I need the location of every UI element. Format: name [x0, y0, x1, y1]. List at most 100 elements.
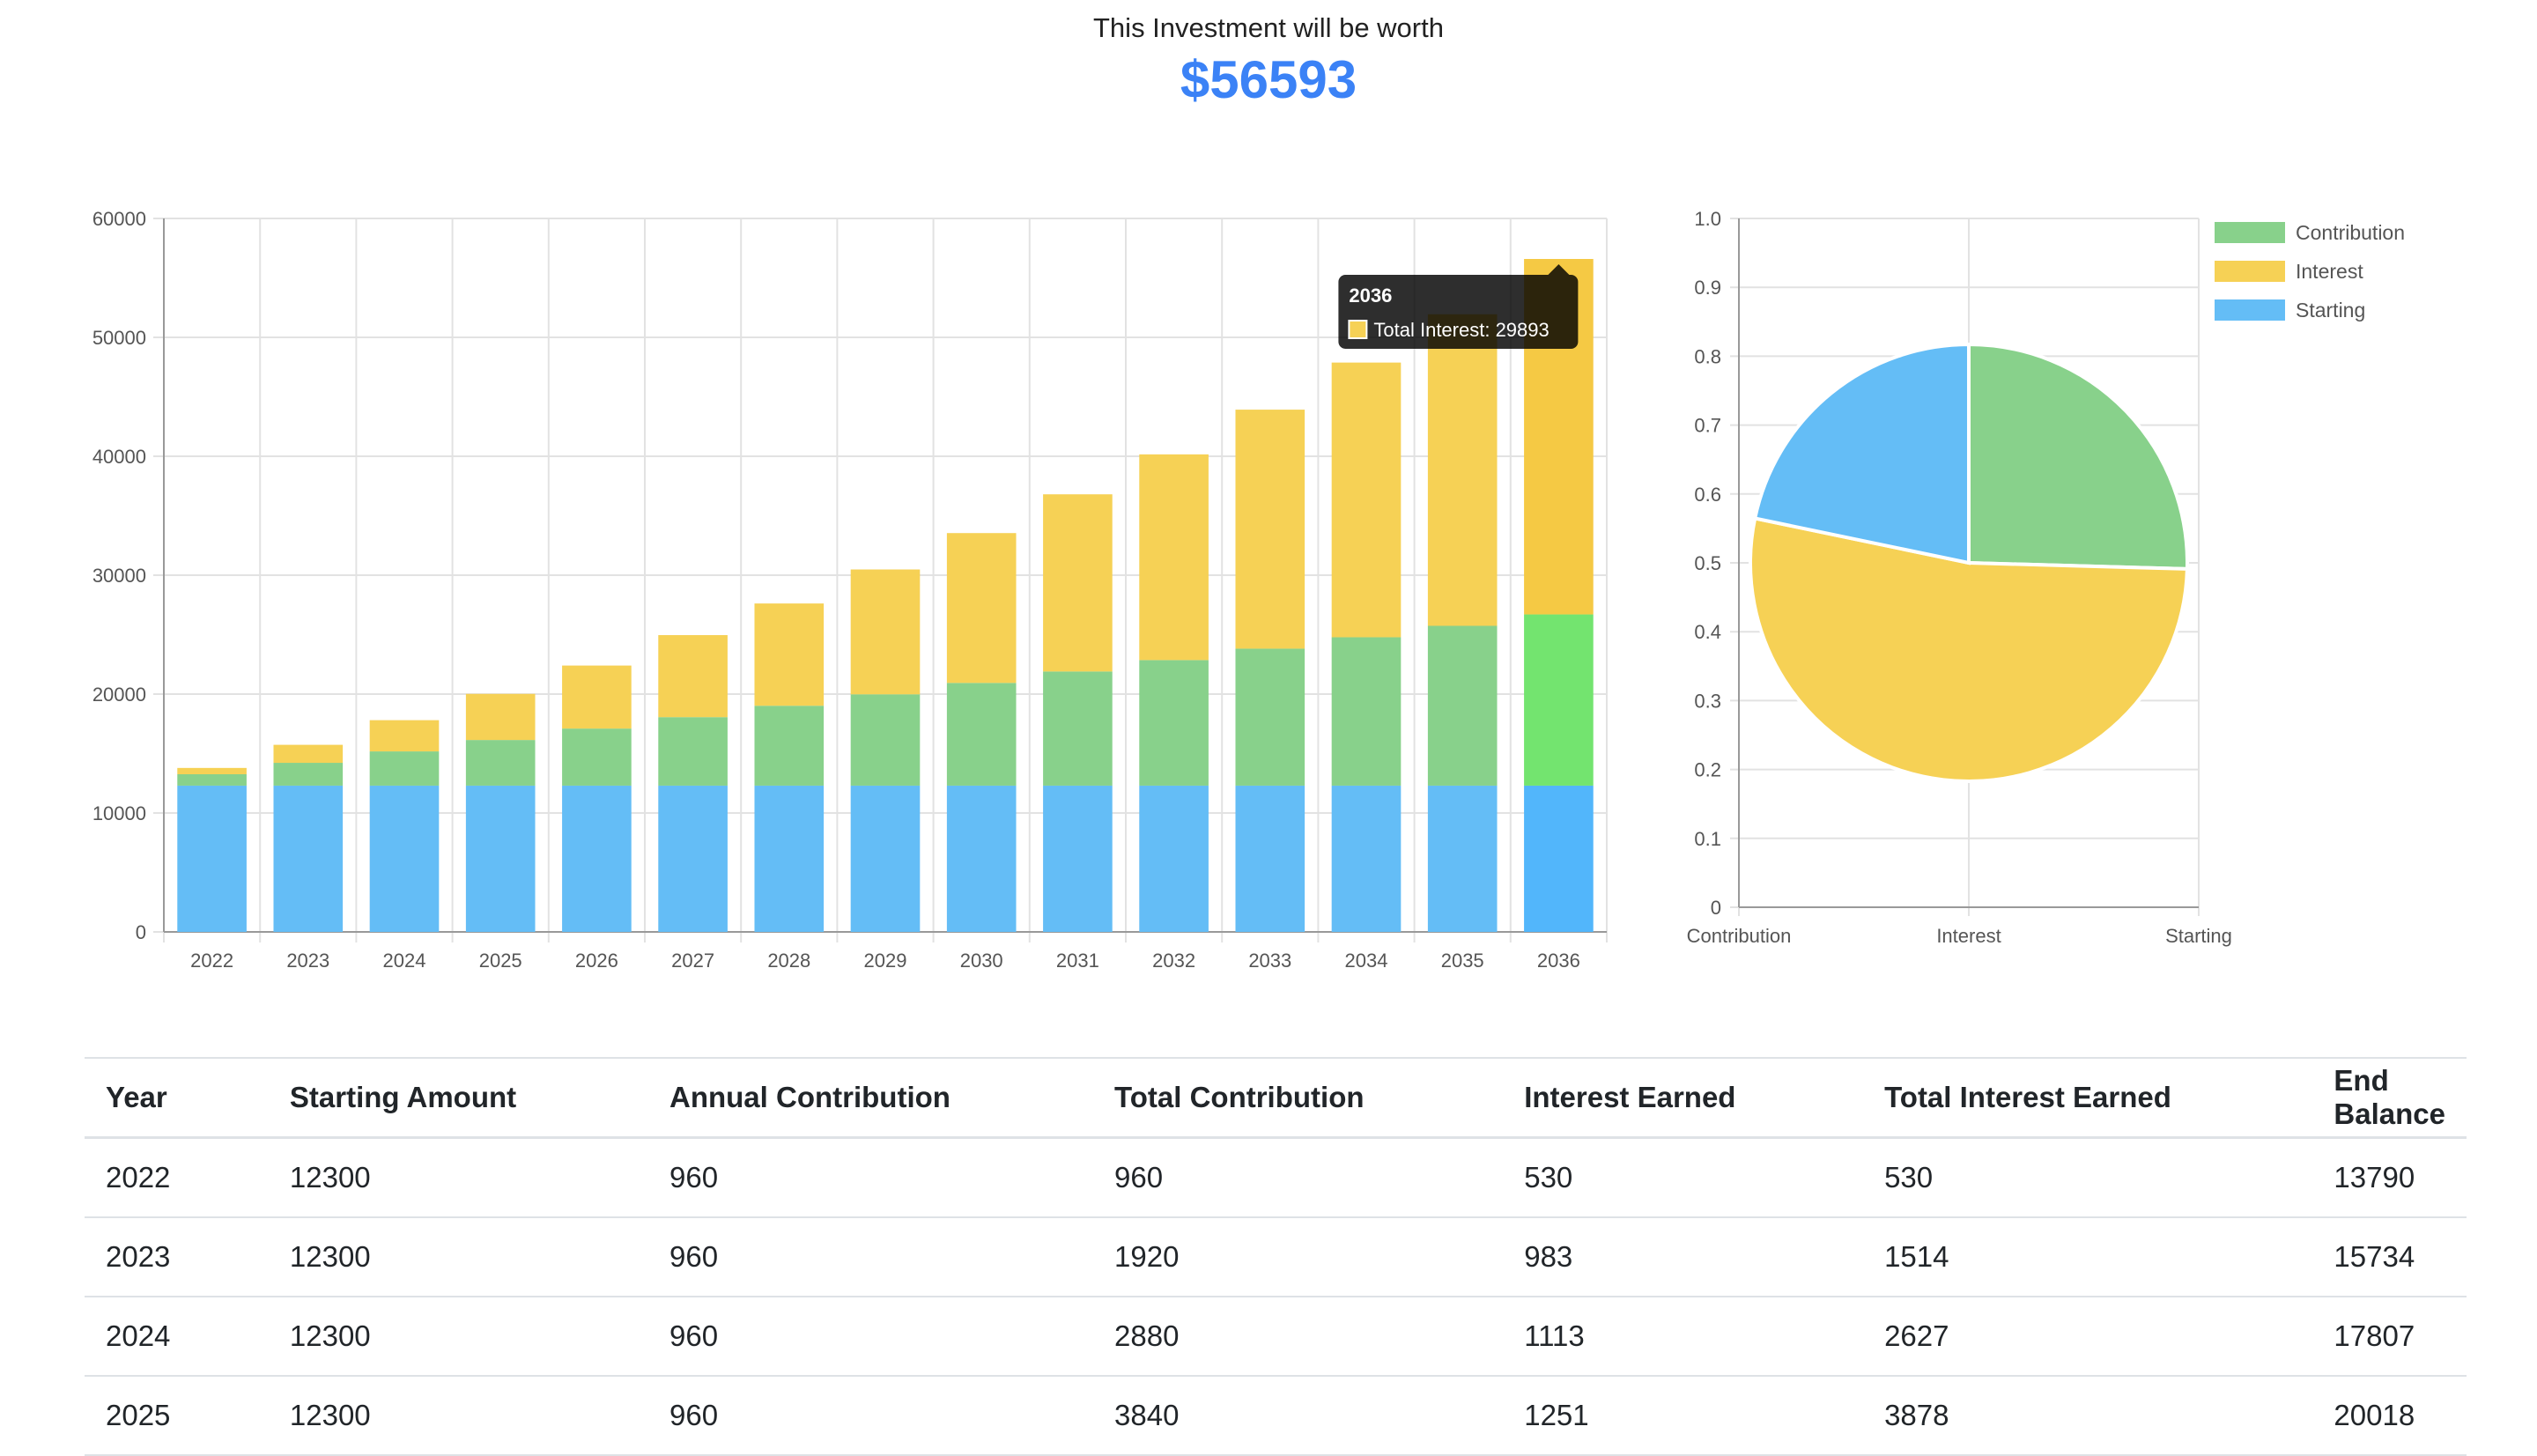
x-tick-label: 2032	[1152, 950, 1195, 972]
bar-contribution	[1427, 625, 1498, 786]
bar-contribution	[273, 763, 344, 786]
bar-tooltip: 2036 Total Interest: 29893	[1338, 263, 1579, 349]
bar-starting	[465, 785, 536, 932]
bar-starting	[177, 785, 247, 932]
y-tick-label: 0.3	[1694, 690, 1721, 712]
bar-interest	[754, 603, 825, 706]
bar-interest	[562, 665, 632, 729]
header-interest-earned: Interest Earned	[1503, 1057, 1864, 1139]
x-tick-label: 2026	[575, 950, 618, 972]
x-tick-label: 2025	[479, 950, 522, 972]
y-tick-label: 0.8	[1694, 345, 1721, 367]
cell-starting-amount: 12300	[268, 1217, 648, 1297]
bar-contribution	[1235, 648, 1305, 786]
x-tick-label: Starting	[2165, 925, 2232, 947]
investment-table: Year Starting Amount Annual Contribution…	[85, 1057, 2467, 1456]
legend-label-starting: Starting	[2296, 299, 2365, 322]
bar-starting	[658, 785, 728, 932]
headline: This Investment will be worth $56593	[0, 9, 2537, 111]
bar-starting	[1139, 785, 1209, 932]
pie-slice-contribution	[1967, 342, 2189, 571]
table-row: 2022 12300 960 960 530 530 13790	[85, 1137, 2467, 1218]
cell-end-balance: 13790	[2312, 1137, 2467, 1218]
y-tick-label: 0.7	[1694, 415, 1721, 437]
y-tick-label: 0.1	[1694, 828, 1721, 850]
x-tick-label: Interest	[1936, 925, 2001, 947]
bar-starting	[754, 785, 825, 932]
y-tick-label: 0.2	[1694, 759, 1721, 781]
bar-interest	[369, 720, 440, 752]
bar-contribution	[465, 740, 536, 786]
cell-interest-earned: 530	[1503, 1137, 1864, 1218]
cell-end-balance: 17807	[2312, 1297, 2467, 1377]
bar-contribution	[754, 706, 825, 786]
cell-total-interest-earned: 530	[1863, 1137, 2313, 1218]
x-tick-label: 2030	[960, 950, 1003, 972]
y-tick-label: 0	[136, 921, 146, 943]
investment-table-wrap: Year Starting Amount Annual Contribution…	[85, 1057, 2467, 1456]
bar-contribution	[850, 694, 921, 786]
y-tick-label: 10000	[92, 802, 146, 824]
bar-starting	[273, 785, 344, 932]
x-tick-label: 2027	[671, 950, 714, 972]
cell-total-interest-earned: 1514	[1863, 1217, 2313, 1297]
bar-contribution	[1043, 671, 1113, 786]
cell-total-contribution: 3840	[1093, 1376, 1504, 1456]
bar-interest	[946, 533, 1017, 684]
bar-starting	[1235, 785, 1305, 932]
bar-interest	[273, 744, 344, 764]
y-tick-label: 0.5	[1694, 552, 1721, 574]
legend-label-contribution: Contribution	[2296, 221, 2405, 244]
bar-starting	[1043, 785, 1113, 932]
cell-starting-amount: 12300	[268, 1137, 648, 1218]
headline-caption: This Investment will be worth	[1093, 12, 1444, 43]
x-tick-label: 2029	[864, 950, 907, 972]
bar-interest	[1331, 362, 1402, 638]
cell-total-interest-earned: 3878	[1863, 1376, 2313, 1456]
y-tick-label: 0	[1711, 897, 1721, 919]
tooltip-swatch	[1348, 319, 1368, 339]
legend-swatch-contribution	[2215, 222, 2285, 243]
header-annual-contribution: Annual Contribution	[648, 1057, 1094, 1139]
bar-interest	[1235, 410, 1305, 649]
bar-contribution	[369, 751, 440, 786]
header-end-balance: End Balance	[2312, 1057, 2467, 1139]
header-year: Year	[85, 1057, 269, 1139]
cell-end-balance: 20018	[2312, 1376, 2467, 1456]
y-tick-label: 50000	[92, 327, 146, 349]
y-tick-label: 40000	[92, 446, 146, 468]
bar-contribution	[1331, 637, 1402, 786]
x-tick-label: Contribution	[1687, 925, 1792, 947]
bar-contribution	[562, 728, 632, 786]
cell-interest-earned: 983	[1503, 1217, 1864, 1297]
bar-starting	[946, 785, 1017, 932]
x-tick-label: 2028	[767, 950, 810, 972]
header-starting-amount: Starting Amount	[268, 1057, 648, 1139]
bar-interest	[850, 569, 921, 695]
cell-end-balance: 15734	[2312, 1217, 2467, 1297]
tooltip-title: 2036	[1349, 285, 1392, 307]
x-tick-label: 2033	[1248, 950, 1291, 972]
legend-swatch-starting	[2215, 299, 2285, 321]
x-tick-label: 2036	[1537, 950, 1580, 972]
bar-starting	[369, 785, 440, 932]
table-header-row: Year Starting Amount Annual Contribution…	[85, 1057, 2467, 1139]
stacked-bar-chart: 0 10000 20000 30000 40000 50000 60000 2022 2023 2…	[92, 208, 1608, 972]
legend-label-interest: Interest	[2296, 260, 2363, 283]
bar-contribution	[1524, 614, 1594, 786]
cell-annual-contribution: 960	[648, 1297, 1094, 1377]
x-tick-label: 2024	[383, 950, 426, 972]
bar-contribution	[177, 773, 247, 786]
cell-total-interest-earned: 2627	[1863, 1297, 2313, 1377]
cell-year: 2022	[85, 1137, 269, 1218]
cell-total-contribution: 2880	[1093, 1297, 1504, 1377]
cell-annual-contribution: 960	[648, 1376, 1094, 1456]
pie-chart: 0 0.1 0.2 0.3 0.4 0.5 0.6 0.7 0.8 0.9 1.0 Contribut…	[1687, 208, 2405, 947]
header-total-contribution: Total Contribution	[1093, 1057, 1504, 1139]
y-tick-label: 1.0	[1694, 208, 1721, 230]
bar-interest	[1043, 494, 1113, 672]
y-tick-label: 0.6	[1694, 484, 1721, 506]
y-tick-label: 0.9	[1694, 277, 1721, 299]
x-tick-label: 2031	[1056, 950, 1099, 972]
cell-starting-amount: 12300	[268, 1297, 648, 1377]
